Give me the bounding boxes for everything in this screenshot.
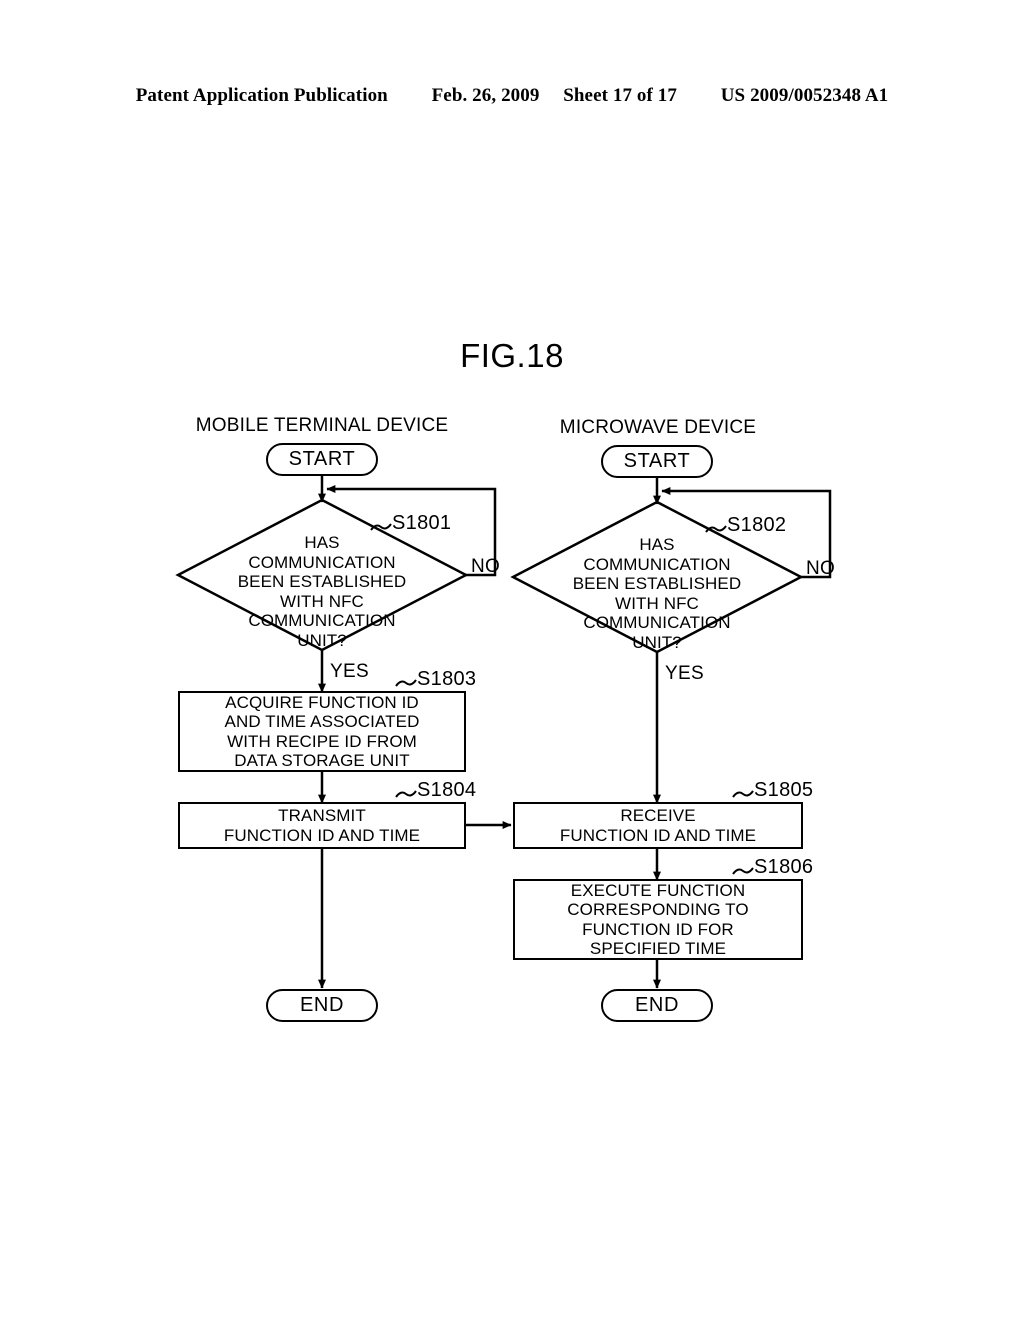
terminal-start-microwave: START [601,445,713,478]
process-s1805: RECEIVE FUNCTION ID AND TIME [513,802,803,849]
terminal-end-microwave: END [601,989,713,1022]
process-s1806: EXECUTE FUNCTION CORRESPONDING TO FUNCTI… [513,879,803,960]
process-s1803-text: ACQUIRE FUNCTION ID AND TIME ASSOCIATED … [224,692,420,771]
branch-label-yes-s1802: YES [665,663,704,684]
process-s1803: ACQUIRE FUNCTION ID AND TIME ASSOCIATED … [178,691,466,772]
step-ref-s1802: S1802 [727,514,787,536]
process-s1804: TRANSMIT FUNCTION ID AND TIME [178,802,466,849]
process-s1806-text: EXECUTE FUNCTION CORRESPONDING TO FUNCTI… [567,880,749,959]
step-ref-s1803: S1803 [417,668,477,690]
process-s1805-text: RECEIVE FUNCTION ID AND TIME [559,806,757,845]
branch-label-no-s1801: NO [471,556,501,577]
step-ref-s1806: S1806 [754,856,814,878]
step-ref-s1804: S1804 [417,779,477,801]
step-ref-s1805: S1805 [754,779,814,801]
terminal-start-mobile: START [266,443,378,476]
decision-s1801-text: HAS COMMUNICATION BEEN ESTABLISHED WITH … [237,533,407,650]
decision-s1802-text: HAS COMMUNICATION BEEN ESTABLISHED WITH … [572,535,742,652]
branch-label-yes-s1801: YES [330,661,369,682]
flowchart-lines [175,476,832,989]
branch-label-no-s1802: NO [806,558,836,579]
step-ref-s1801: S1801 [392,512,452,534]
terminal-end-mobile: END [266,989,378,1022]
process-s1804-text: TRANSMIT FUNCTION ID AND TIME [223,806,421,845]
